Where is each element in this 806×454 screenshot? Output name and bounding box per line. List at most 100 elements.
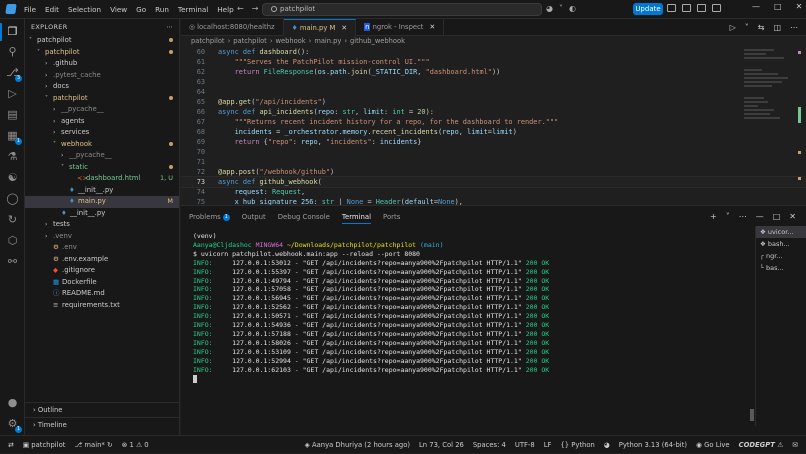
menu-run[interactable]: Run — [155, 5, 169, 14]
code-line[interactable]: 74 request: Request, — [181, 187, 806, 197]
more-actions-icon[interactable]: ⋯ — [790, 23, 798, 32]
code-line[interactable]: 67 """Returns recent incident history fo… — [181, 117, 806, 127]
status-language[interactable]: {} Python — [560, 441, 594, 449]
tree-file[interactable]: ♦ __init__.py — [25, 208, 179, 220]
status-blame[interactable]: ◈ Aanya Dhuriya (2 hours ago) — [305, 441, 410, 449]
source-control-icon[interactable]: ⎇ 3 — [6, 66, 22, 82]
split-editor-icon[interactable]: ◫ — [773, 23, 781, 32]
tree-file[interactable]: ⚙ .env — [25, 242, 179, 254]
code-line[interactable]: 71 — [181, 157, 806, 167]
breadcrumb-item[interactable]: patchpilot — [233, 37, 267, 45]
tree-folder[interactable]: ˅ patchpilot — [25, 35, 179, 47]
status-spaces[interactable]: Spaces: 4 — [473, 441, 506, 449]
close-window-icon[interactable]: ✕ — [796, 2, 803, 11]
menu-edit[interactable]: Edit — [45, 5, 59, 14]
remote-explorer-icon[interactable]: ▤ — [6, 108, 19, 121]
code-line[interactable]: 68 incidents = _orchestrator.memory.rece… — [181, 127, 806, 137]
tree-folder[interactable]: › .github — [25, 58, 179, 70]
terminal-instance[interactable]: ┌ ngr... — [756, 250, 806, 262]
status-problems[interactable]: ⊗ 1 ⚠ 0 — [122, 441, 149, 449]
menu-view[interactable]: View — [110, 5, 127, 14]
copilot-icon[interactable]: ◕ — [546, 4, 553, 13]
tree-folder[interactable]: ˅ patchpilot — [25, 47, 179, 59]
chevron-down-icon[interactable]: ˅ — [726, 212, 730, 221]
tree-file[interactable]: ≡ requirements.txt — [25, 300, 179, 312]
command-center-search[interactable]: patchpilot — [262, 3, 542, 16]
tree-folder[interactable]: › __pycache__ — [25, 150, 179, 162]
tree-folder[interactable]: › .pytest_cache — [25, 70, 179, 82]
close-tab-icon[interactable]: ✕ — [341, 24, 347, 32]
chat-icon[interactable]: ◯ — [6, 192, 19, 205]
tree-folder[interactable]: ˅ webhook — [25, 139, 179, 151]
menu-go[interactable]: Go — [136, 5, 146, 14]
tab-problems[interactable]: Problems 1 — [189, 210, 230, 224]
code-line[interactable]: 73 async def github_webhook( — [181, 176, 806, 188]
code-line[interactable]: 60 async def dashboard(): — [181, 47, 806, 57]
new-terminal-icon[interactable]: + — [710, 212, 717, 221]
tree-file[interactable]: ♦ __init__.py — [25, 185, 179, 197]
tree-folder[interactable]: ˅ static — [25, 162, 179, 174]
more-actions-icon[interactable]: ⋯ — [739, 212, 747, 221]
tree-file[interactable]: <>dashboard.html 1, U — [25, 173, 179, 185]
code-line[interactable]: 72 @app.post("/webhook/github") — [181, 167, 806, 177]
status-branch[interactable]: ⎇ main* ↻ — [74, 441, 112, 449]
codegpt-icon[interactable]: ↻ — [6, 213, 19, 226]
layout-toggle-icon[interactable] — [667, 4, 676, 12]
terminal-instance[interactable]: ❖ uvicor... — [756, 226, 806, 238]
terminal-instance[interactable]: └ bas... — [756, 262, 806, 274]
chevron-down-icon[interactable]: ˅ — [559, 4, 563, 13]
breadcrumb-item[interactable]: main.py — [314, 37, 341, 45]
tree-folder[interactable]: › tests — [25, 219, 179, 231]
run-file-icon[interactable]: ▷ — [730, 23, 736, 32]
toggle-sidebar-icon[interactable] — [682, 4, 691, 12]
more-actions-icon[interactable]: ⋯ — [166, 19, 173, 35]
minimize-panel-icon[interactable]: — — [756, 212, 764, 221]
tree-file[interactable]: ◆ .gitignore — [25, 265, 179, 277]
tab-main-py[interactable]: ♦ main.py M ✕ — [283, 19, 357, 36]
menu-file[interactable]: File — [24, 5, 36, 14]
timeline-section[interactable]: › Timeline — [25, 417, 180, 432]
code-editor[interactable]: 60 async def dashboard(): 61 """Serves the… — [181, 47, 806, 205]
editor-scrollbar[interactable] — [796, 47, 804, 205]
back-arrow-icon[interactable]: ← — [237, 4, 244, 13]
search-view-icon[interactable]: ⚲ — [6, 45, 19, 58]
accounts-sync-icon[interactable]: ◐ — [569, 4, 576, 13]
tree-file[interactable]: ▦ Dockerfile — [25, 277, 179, 289]
breadcrumb-item[interactable]: patchpilot — [191, 37, 225, 45]
status-codegpt[interactable]: CODEGPT ⚠ — [739, 441, 784, 449]
update-button[interactable]: Update — [633, 3, 663, 15]
python-icon[interactable]: ☯ — [6, 171, 19, 184]
status-repo[interactable]: ▣ patchpilot — [23, 441, 66, 449]
forward-arrow-icon[interactable]: → — [252, 4, 259, 13]
toggle-secondary-sidebar-icon[interactable] — [712, 4, 721, 12]
compare-changes-icon[interactable]: ⇆ — [758, 23, 765, 32]
close-panel-icon[interactable]: ✕ — [789, 212, 796, 221]
manage-gear-icon[interactable]: ⚙ 1 — [6, 417, 22, 433]
code-line[interactable]: 70 — [181, 147, 806, 157]
breadcrumb-item[interactable]: github_webhook — [350, 37, 405, 45]
tree-folder[interactable]: ˅ patchpilot — [25, 93, 179, 105]
accounts-icon[interactable]: ● — [6, 396, 19, 409]
terminal-scrollbar[interactable] — [750, 409, 754, 421]
tab-output[interactable]: Output — [242, 210, 266, 224]
status-eol[interactable]: LF — [544, 441, 552, 449]
tree-folder[interactable]: › docs — [25, 81, 179, 93]
status-encoding[interactable]: UTF-8 — [515, 441, 535, 449]
code-line[interactable]: 62 return FileResponse(os.path.join(_STA… — [181, 67, 806, 77]
explorer-icon[interactable]: ❐ — [6, 25, 19, 38]
extensions-icon[interactable]: ▦ 1 — [6, 129, 22, 145]
toggle-panel-icon[interactable] — [697, 4, 706, 12]
maximize-icon[interactable]: □ — [774, 2, 782, 11]
tree-file[interactable]: ⚙ .env.example — [25, 254, 179, 266]
terminal-instance[interactable]: ❖ bash... — [756, 238, 806, 250]
code-line[interactable]: 61 """Serves the PatchPilot mission-cont… — [181, 57, 806, 67]
tab-localhost-healthz[interactable]: ◎ localhost:8080/healthz — [181, 19, 284, 36]
live-share-icon[interactable]: ⚯ — [6, 255, 19, 268]
close-tab-icon[interactable]: ✕ — [429, 23, 435, 31]
tab-ports[interactable]: Ports — [383, 210, 400, 224]
run-debug-icon[interactable]: ▷ — [6, 87, 19, 100]
code-line[interactable]: 65 @app.get("/api/incidents") — [181, 97, 806, 107]
testing-icon[interactable]: ⚗ — [6, 150, 19, 163]
status-position[interactable]: Ln 73, Col 26 — [419, 441, 464, 449]
tree-folder[interactable]: › agents — [25, 116, 179, 128]
